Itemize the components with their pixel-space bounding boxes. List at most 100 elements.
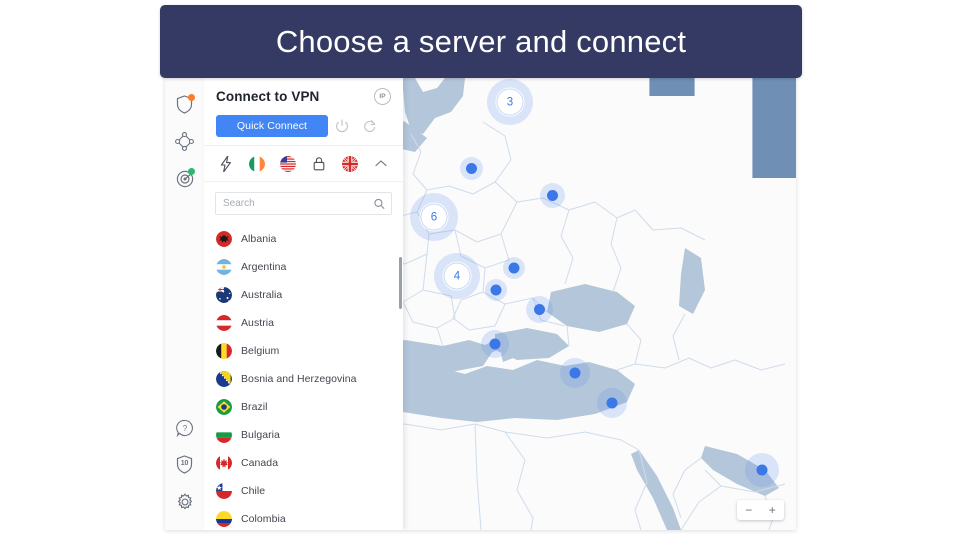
server-marker[interactable] [539,182,565,208]
flag-austria [216,315,232,331]
favorite-united-states[interactable] [279,155,296,172]
server-cluster-marker[interactable]: 6 [410,193,458,241]
lightning-icon [220,155,231,172]
flag-australia [216,287,232,303]
sidebar-top-group [165,86,204,197]
country-name: Chile [241,485,266,497]
sidebar-bottom-group: ? 10 [165,409,204,520]
screenshot-root: 3 6 4 − + ? 10 Connect to VPN IP Quick Con… [0,0,960,540]
help-icon: ? [175,419,193,437]
country-name: Brazil [241,401,268,413]
power-button[interactable] [328,115,356,137]
sidebar-item-mesh[interactable] [165,123,204,160]
flag-albania [216,231,232,247]
sidebar-item-settings[interactable] [165,483,204,520]
panel-title-row: Connect to VPN IP [216,88,391,105]
marker-dot [546,189,558,201]
collapse-favorites-button[interactable] [373,155,390,172]
country-row[interactable]: Colombia [204,505,403,530]
country-list-scrollbar[interactable] [399,257,402,515]
country-list[interactable]: Albania Argentina Australia Austria Belg… [204,221,403,530]
threat-status-badge [188,168,195,175]
instruction-banner: Choose a server and connect [160,5,802,78]
country-row[interactable]: Chile [204,477,403,505]
country-row[interactable]: Albania [204,225,403,253]
search-box[interactable] [215,192,392,215]
flag-colombia [216,511,232,527]
server-marker[interactable] [525,295,553,323]
page-title: Connect to VPN [216,89,320,104]
country-name: Argentina [241,261,287,273]
marker-dot [489,338,501,350]
country-rows: Albania Argentina Australia Austria Belg… [204,225,403,530]
marker-dot [606,397,618,409]
server-marker[interactable] [481,330,509,358]
refresh-icon [364,120,376,132]
connect-row: Quick Connect [216,115,391,137]
scrollbar-thumb[interactable] [399,257,402,309]
sidebar-item-help[interactable]: ? [165,409,204,446]
vpn-app-window: 3 6 4 − + ? 10 Connect to VPN IP Quick Con… [165,78,796,530]
refresh-button[interactable] [356,115,384,137]
panel-header: Connect to VPN IP Quick Connect [204,78,403,137]
cluster-count: 4 [443,262,471,290]
country-name: Austria [241,317,275,329]
connect-to-vpn-panel: Connect to VPN IP Quick Connect Search A… [204,78,403,530]
fastest-server-button[interactable] [217,155,234,172]
server-marker[interactable] [485,279,507,301]
country-name: Bosnia and Herzegovina [241,373,357,385]
power-icon [336,119,348,133]
ip-badge[interactable]: IP [374,88,391,105]
country-name: Colombia [241,513,286,525]
server-cluster-marker[interactable]: 4 [434,253,480,299]
zoom-out-button[interactable]: − [737,500,761,520]
svg-text:?: ? [182,424,187,433]
country-row[interactable]: Belgium [204,337,403,365]
flag-ireland [248,155,265,172]
server-marker[interactable] [597,388,627,418]
server-marker[interactable] [560,358,590,388]
double-vpn-button[interactable] [311,155,328,172]
server-cluster-marker[interactable]: 3 [487,79,533,125]
server-marker[interactable] [459,156,483,180]
sidebar-item-protection-score[interactable]: 10 [165,446,204,483]
favorite-united-kingdom[interactable] [342,155,359,172]
quick-connect-button[interactable]: Quick Connect [216,115,328,137]
country-name: Bulgaria [241,429,280,441]
country-row[interactable]: Brazil [204,393,403,421]
country-name: Australia [241,289,283,301]
country-row[interactable]: Austria [204,309,403,337]
sidebar-item-threat-protection[interactable] [165,160,204,197]
country-name: Albania [241,233,277,245]
country-row[interactable]: Argentina [204,253,403,281]
server-marker[interactable] [503,257,525,279]
country-row[interactable]: Australia [204,281,403,309]
favorite-ireland[interactable] [248,155,265,172]
zoom-in-button[interactable]: + [761,500,785,520]
cluster-count: 6 [420,203,448,231]
flag-canada [216,455,232,471]
map-zoom-controls[interactable]: − + [737,500,784,520]
marker-dot [465,162,477,174]
sidebar-item-vpn[interactable] [165,86,204,123]
flag-united-kingdom [342,155,359,172]
server-marker[interactable] [745,453,779,487]
flag-bulgaria [216,427,232,443]
search-icon [374,198,385,209]
country-row[interactable]: Bosnia and Herzegovina [204,365,403,393]
search-input[interactable] [216,193,391,214]
country-name: Belgium [241,345,280,357]
marker-dot [569,367,581,379]
country-row[interactable]: Canada [204,449,403,477]
country-row[interactable]: Bulgaria [204,421,403,449]
marker-dot [756,464,768,476]
app-sidebar-rail: ? 10 [165,78,205,530]
instruction-banner-text: Choose a server and connect [275,23,687,59]
favorites-row [204,145,403,182]
chevron-up-icon [375,160,388,167]
flag-united-states [279,155,296,172]
vpn-status-badge [188,94,195,101]
protection-score-count: 10 [180,460,189,467]
flag-belgium [216,343,232,359]
marker-dot [533,303,545,315]
